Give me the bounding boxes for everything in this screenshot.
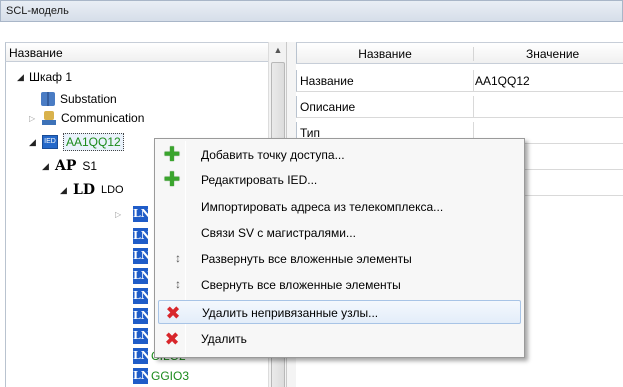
ied-icon: IED <box>42 135 58 149</box>
logical-node-icon: LN <box>133 368 151 384</box>
logical-node-icon: LN <box>133 268 151 284</box>
logical-node-icon: LN <box>133 288 151 304</box>
green-plus-icon: ✚ <box>163 144 181 166</box>
menu-item-delete-unbound[interactable]: ✖ Удалить непривязанные узлы... <box>158 300 521 324</box>
tree-node-ln-ggio3[interactable]: LN GGIO3 <box>133 366 189 386</box>
menu-item-label: Свернуть все вложенные элементы <box>201 278 401 292</box>
collapse-all-icon <box>162 275 182 295</box>
tree-node-label: S1 <box>82 159 98 173</box>
collapsed-arrow-icon[interactable]: ▷ <box>29 114 39 123</box>
substation-icon <box>41 92 55 106</box>
column-header-name[interactable]: Название <box>297 47 473 61</box>
tree-node-label: Communication <box>61 111 145 125</box>
menu-item-add-access-point[interactable]: ✚ Добавить точку доступа... <box>158 143 521 167</box>
access-point-icon: AP <box>55 158 77 174</box>
logical-node-icon: LN <box>133 348 151 364</box>
tree-node-access-point[interactable]: ◢ AP S1 <box>42 156 97 176</box>
tree-column-header[interactable]: Название <box>5 42 269 62</box>
menu-item-collapse-all[interactable]: Свернуть все вложенные элементы <box>158 273 521 297</box>
menu-item-label: Удалить <box>201 332 247 346</box>
tree-node-ln[interactable]: LN <box>133 326 151 346</box>
tree-node-label: LDO <box>100 184 124 196</box>
logical-node-icon: LN <box>133 228 151 244</box>
tree-node-label: Substation <box>60 92 117 106</box>
expanded-arrow-icon[interactable]: ◢ <box>60 185 70 196</box>
property-row[interactable]: Описание <box>296 96 623 118</box>
scroll-up-arrow-icon[interactable]: ▲ <box>269 42 287 60</box>
menu-item-delete[interactable]: ✖ Удалить <box>158 327 521 351</box>
tree-node-substation[interactable]: Substation <box>41 89 117 109</box>
red-x-icon: ✖ <box>165 303 181 323</box>
tree-node-ied[interactable]: ◢ IED AA1QQ12 <box>29 132 124 152</box>
menu-item-label: Связи SV с магистралями... <box>201 226 356 240</box>
column-divider <box>473 70 474 92</box>
menu-item-expand-all[interactable]: Развернуть все вложенные элементы <box>158 247 521 271</box>
expanded-arrow-icon[interactable]: ◢ <box>29 137 39 148</box>
menu-item-label: Добавить точку доступа... <box>201 148 345 162</box>
logical-node-icon: LN <box>133 206 151 222</box>
property-key: Описание <box>300 100 356 114</box>
menu-item-label: Импортировать адреса из телекомплекса... <box>201 200 444 214</box>
tree-node-label-selected: AA1QQ12 <box>63 133 124 151</box>
tree-node-ln[interactable]: LN <box>133 286 151 306</box>
tree-node-label: GGIO3 <box>151 369 190 383</box>
tree-node-ln[interactable]: LN <box>133 246 151 266</box>
column-header-value[interactable]: Значение <box>473 47 623 61</box>
green-plus-icon: ✚ <box>163 169 181 191</box>
tree-node-ln[interactable]: LN <box>133 226 151 246</box>
menu-item-label: Развернуть все вложенные элементы <box>201 252 412 266</box>
context-menu: ✚ Добавить точку доступа... ✚ Редактиров… <box>154 138 525 358</box>
red-x-icon: ✖ <box>164 329 180 349</box>
expanded-arrow-icon[interactable]: ◢ <box>42 161 52 172</box>
properties-header: Название Значение <box>296 42 623 64</box>
menu-item-label: Удалить непривязанные узлы... <box>202 306 379 320</box>
property-value[interactable]: AA1QQ12 <box>475 74 530 88</box>
property-key: Название <box>300 74 354 88</box>
menu-item-import-addresses[interactable]: Импортировать адреса из телекомплекса... <box>158 195 521 219</box>
tree-node-ln[interactable]: LN <box>133 306 151 326</box>
tree-node-communication[interactable]: ▷ Communication <box>29 108 144 128</box>
logical-device-icon: LD <box>73 182 95 198</box>
tree-node-ln[interactable]: ▷ LN <box>115 204 151 224</box>
logical-node-icon: LN <box>133 328 151 344</box>
property-row[interactable]: Название AA1QQ12 <box>296 70 623 92</box>
expand-all-icon <box>162 249 182 269</box>
menu-item-label: Редактировать IED... <box>201 173 318 187</box>
window-title: SCL-модель <box>0 0 623 22</box>
tree-node-logical-device[interactable]: ◢ LD LDO <box>60 180 124 200</box>
tree-node-label: Шкаф 1 <box>29 70 73 84</box>
menu-item-edit-ied[interactable]: ✚ Редактировать IED... <box>158 168 521 192</box>
tree-node-ln[interactable]: LN <box>133 266 151 286</box>
expanded-arrow-icon[interactable]: ◢ <box>17 72 27 83</box>
logical-node-icon: LN <box>133 248 151 264</box>
tree-node-cabinet[interactable]: ◢ Шкаф 1 <box>17 67 72 87</box>
collapsed-arrow-icon[interactable]: ▷ <box>115 210 125 219</box>
menu-item-sv-links[interactable]: Связи SV с магистралями... <box>158 221 521 245</box>
communication-icon <box>42 111 56 125</box>
logical-node-icon: LN <box>133 308 151 324</box>
column-divider <box>473 96 474 118</box>
